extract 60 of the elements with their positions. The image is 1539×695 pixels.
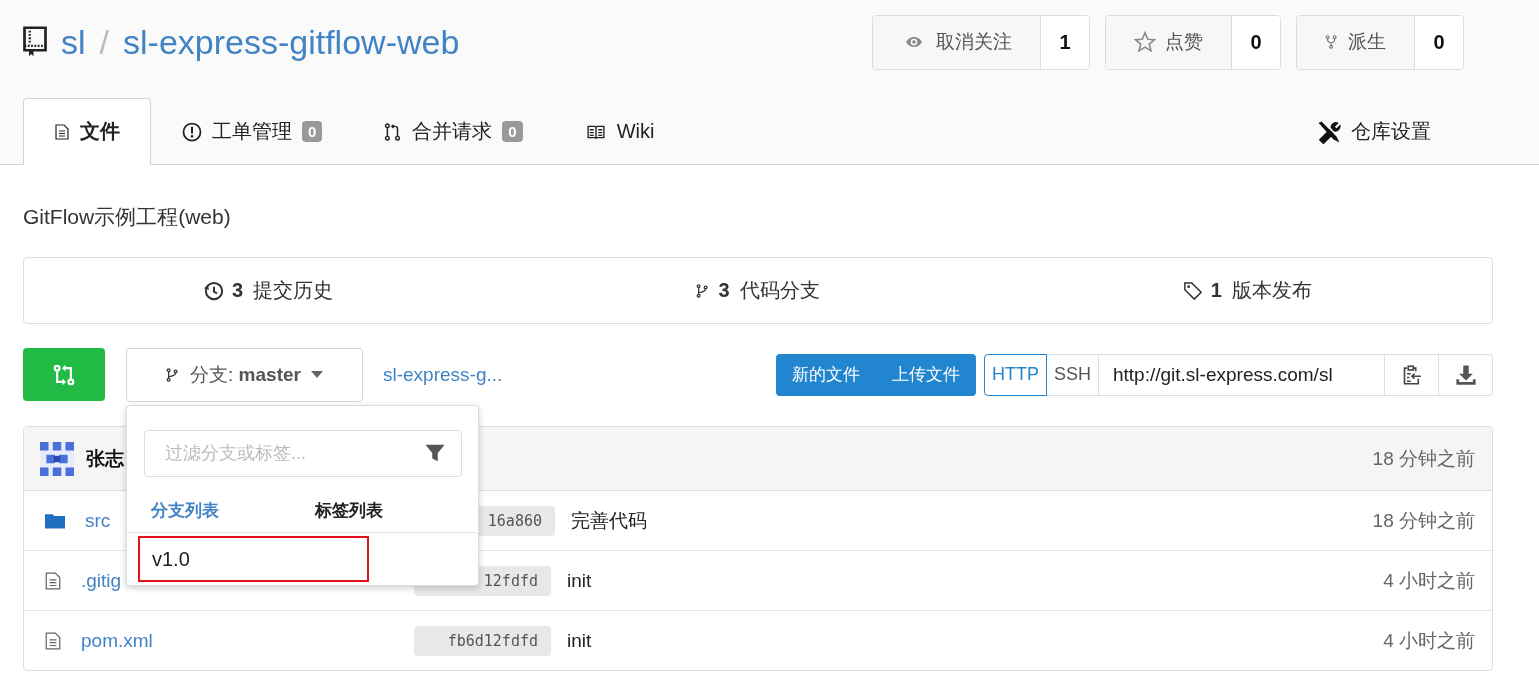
history-icon (204, 280, 225, 301)
protocol-tab[interactable]: SSH (1047, 353, 1099, 396)
commit-message: 完善代码 (571, 508, 647, 533)
branch-filter-field[interactable]: 过滤分支或标签... (144, 430, 462, 477)
commit-sha[interactable]: fb6d12fdfd (414, 625, 551, 656)
count-badge: 0 (302, 121, 323, 142)
star-button[interactable]: 点赞 (1106, 15, 1232, 69)
file-action-button[interactable]: 新的文件 (776, 353, 876, 396)
settings-tab[interactable]: 仓库设置 (1286, 98, 1462, 165)
fork-count[interactable]: 0 (1415, 15, 1463, 69)
caret-icon (310, 370, 323, 379)
file-icon (44, 569, 62, 592)
watch-button[interactable]: 取消关注 (873, 15, 1041, 69)
commit-time: 4 小时之前 (1383, 628, 1475, 653)
tools-icon (1317, 119, 1341, 144)
watch-count[interactable]: 1 (1041, 15, 1089, 69)
file-icon (54, 121, 70, 142)
commit-message: init (567, 629, 592, 652)
commits-link[interactable]: 3 提交历史 (24, 258, 514, 323)
repo-name[interactable]: sl-express-gitflow-web (123, 22, 460, 62)
path-separator: / (99, 22, 109, 62)
file-name-link[interactable]: src (85, 509, 111, 531)
nav-tab[interactable]: Wiki (553, 98, 686, 165)
avatar-icon (40, 441, 74, 476)
releases-link[interactable]: 1 版本发布 (1002, 258, 1492, 323)
filter-icon (424, 442, 446, 464)
file-name-link[interactable]: .gitig (81, 569, 122, 591)
download-icon (1454, 363, 1477, 386)
star-count[interactable]: 0 (1232, 15, 1280, 69)
branches-link[interactable]: 3 代码分支 (513, 258, 1003, 323)
fork-button[interactable]: 派生 (1297, 15, 1415, 69)
file-icon (44, 629, 62, 652)
exclamation-circle-icon (182, 121, 202, 142)
file-action-button[interactable]: 上传文件 (876, 353, 976, 396)
copy-button[interactable] (1385, 353, 1439, 396)
dropdown-tab[interactable]: 分支列表 (151, 499, 315, 522)
tag-icon (1182, 280, 1203, 301)
file-name-link[interactable]: pom.xml (81, 629, 153, 651)
nav-tab[interactable]: 文件 (23, 98, 151, 165)
commit-time: 4 小时之前 (1383, 568, 1475, 593)
repo-owner[interactable]: sl (61, 22, 86, 62)
commit-author[interactable]: 张志 (86, 445, 124, 472)
branch-selector[interactable]: 分支: master (126, 347, 363, 402)
nav-tab[interactable]: 合并请求 0 (353, 98, 554, 165)
star-icon (1134, 31, 1156, 53)
repo-path-link[interactable]: sl-express-g... (383, 363, 503, 386)
commit-time: 18 分钟之前 (1372, 446, 1475, 471)
branch-item[interactable]: v1.0 (138, 536, 369, 582)
count-badge: 0 (502, 121, 523, 142)
sync-arrows-icon (53, 362, 75, 387)
compare-button[interactable] (23, 348, 105, 401)
protocol-tab[interactable]: HTTP (984, 353, 1047, 396)
commit-time: 18 分钟之前 (1372, 508, 1475, 533)
repo-description: GitFlow示例工程(web) (23, 204, 232, 230)
download-button[interactable] (1439, 353, 1493, 396)
clipboard-icon (1401, 363, 1422, 386)
pull-request-icon (384, 120, 403, 143)
clone-url-field[interactable]: http://git.sl-express.com/sl (1099, 353, 1385, 396)
commit-message: init (567, 569, 592, 592)
nav-tab[interactable]: 工单管理 0 (151, 98, 354, 165)
